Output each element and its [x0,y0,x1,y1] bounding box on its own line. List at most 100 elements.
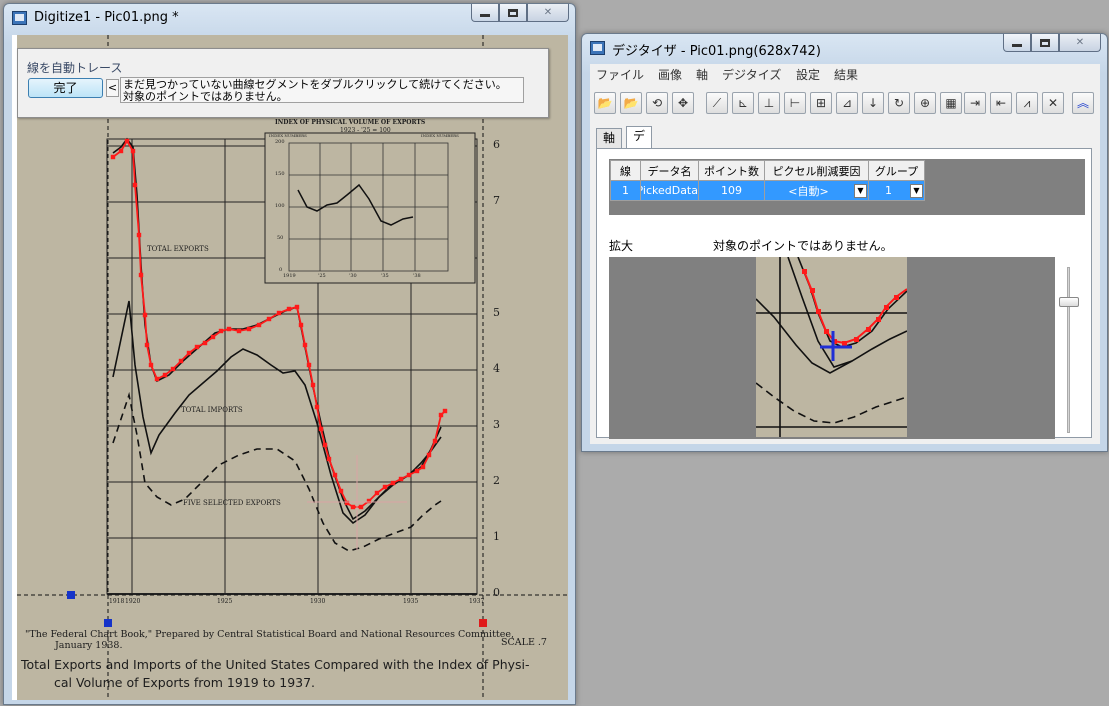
menu-settings[interactable]: 設定 [796,66,820,83]
collapse-up-icon[interactable]: ︽ [1072,92,1094,114]
col-header-line[interactable]: 線 [610,160,641,181]
traced-point [338,488,344,494]
cell-data-name[interactable]: PickedData [640,180,699,201]
move-icon[interactable]: ✥ [672,92,694,114]
auto-trace-panel: 線を自動トレース 完了 < まだ見つかっていない曲線セグメントをダブルクリックし… [17,48,549,118]
dialog-maximize-button[interactable] [1031,34,1059,52]
digitize-window[interactable]: Digitize1 - Pic01.png * ✕ INDEX OF PHYSI… [3,3,576,705]
y-tick: 0 [493,586,500,599]
axis-x-icon[interactable]: ⊥ [758,92,780,114]
scale-icon[interactable]: ⊿ [836,92,858,114]
import-icon[interactable]: 📂 [620,92,642,114]
label-five-selected-exports: FIVE SELECTED EXPORTS [183,499,281,507]
caption-scale: SCALE .7 [501,637,547,648]
menu-digitize[interactable]: デジタイズ [722,66,781,83]
chevron-down-icon[interactable] [910,184,923,198]
rotate-icon[interactable]: ⟲ [646,92,668,114]
axis-handle-x1[interactable] [104,619,112,627]
digitizer-content: 📂📂⟲✥⟋⊾⊥⊢⊞⊿↓↻⊕▦⇥⇤⩘✕︽ 軸1 データ 線 データ名 ポイント数 … [590,84,1100,444]
zoom-slider-track[interactable] [1067,267,1070,433]
axis-y-icon[interactable]: ⊢ [784,92,806,114]
zoom-slider-thumb[interactable] [1059,297,1079,307]
traced-point [294,304,300,310]
fit-icon[interactable]: ↻ [888,92,910,114]
axis-xy-icon[interactable]: ⊞ [810,92,832,114]
digitize-canvas[interactable]: INDEX OF PHYSICAL VOLUME OF EXPORTS 1923… [12,35,568,700]
tab-data[interactable]: データ [626,126,653,181]
traced-point [148,362,154,368]
traced-point [420,464,426,470]
axis-handle-left[interactable] [67,591,75,599]
traced-point [442,408,448,414]
peak-icon[interactable]: ⩘ [1016,92,1038,114]
menu-image[interactable]: 画像 [658,66,682,83]
minimize-button[interactable] [471,4,499,22]
close-button[interactable]: ✕ [527,4,569,22]
col-header-group[interactable]: グループ [868,160,925,181]
caption-title-1: Total Exports and Imports of the United … [21,657,530,672]
scanned-chart-image[interactable]: INDEX OF PHYSICAL VOLUME OF EXPORTS 1923… [17,35,568,700]
draw-line-icon[interactable]: ⟋ [706,92,728,114]
menu-results[interactable]: 結果 [834,66,858,83]
axis-icon[interactable]: ⊾ [732,92,754,114]
inset-x-tick: '30 [349,273,357,279]
maximize-button[interactable] [499,4,527,22]
zoom-image [756,257,907,437]
col-header-points[interactable]: ポイント数 [698,160,765,181]
y-tick-7: 7 [493,194,500,207]
cell-points[interactable]: 109 [698,180,765,201]
done-button[interactable]: 完了 [28,78,103,98]
inset-y-tick: 50 [277,235,284,241]
dialog-minimize-button[interactable] [1003,34,1031,52]
menu-axis[interactable]: 軸 [696,66,708,83]
traced-point [406,472,412,478]
traced-point [374,490,380,496]
inset-left-note: INDEX NUMBERS [269,133,307,138]
menu-file[interactable]: ファイル [596,66,644,83]
traced-point [306,362,312,368]
grid-icon[interactable]: ▦ [940,92,962,114]
digitizer-titlebar[interactable]: デジタイザ - Pic01.png(628x742) ✕ [582,34,1107,60]
cell-line[interactable]: 1 [610,180,641,201]
new-data-icon[interactable]: ⇥ [964,92,986,114]
digitizer-dialog[interactable]: デジタイザ - Pic01.png(628x742) ✕ ファイル 画像 軸 デ… [581,33,1108,452]
traced-point [350,504,356,510]
col-header-data-name[interactable]: データ名 [640,160,699,181]
axis-handle-x2[interactable] [479,619,487,627]
caption-source: "The Federal Chart Book," Prepared by Ce… [25,629,514,640]
zoom-view [609,257,1055,439]
insert-icon[interactable]: ⇤ [990,92,1012,114]
traced-point [414,468,420,474]
chevron-down-icon[interactable] [854,184,867,198]
add-point-icon[interactable]: ⊕ [914,92,936,114]
digitize-titlebar[interactable]: Digitize1 - Pic01.png * ✕ [4,4,575,30]
traced-point [144,342,150,348]
y-tick: 3 [493,418,500,431]
traced-point [110,154,116,160]
digitizer-toolbar: 📂 📂 ⟲ ✥ ⟋ ⊾ ⊥ ⊢ ⊞ ⊿ ↓ ↻ ⊕ ▦ ⇥ ⇤ ⩘ ✕ ︽ [594,92,1098,118]
inset-x-tick: 1919 [283,273,296,279]
cell-group[interactable]: 1 [868,180,925,201]
collapse-button[interactable]: < [106,79,119,97]
open-image-icon[interactable]: 📂 [594,92,616,114]
y-tick: 4 [493,362,500,375]
table-row[interactable]: 1 PickedData 109 <自動> 1 [610,180,925,201]
traced-point [246,326,252,332]
sort-icon[interactable]: ↓ [862,92,884,114]
y-tick: 2 [493,474,500,487]
inset-right-note: INDEX NUMBERS [421,133,459,138]
traced-point [218,328,224,334]
close-icon: ✕ [1075,37,1085,48]
zoom-label: 拡大 [609,239,634,253]
cell-pixel-reduction[interactable]: <自動> [764,180,869,201]
traced-point [226,326,232,332]
inset-y-tick: 0 [279,267,283,273]
delete-icon[interactable]: ✕ [1042,92,1064,114]
col-header-pixel-reduction[interactable]: ピクセル削減要因 [764,160,869,181]
tab-axis1[interactable]: 軸1 [596,128,623,164]
digitizer-window-title: デジタイザ - Pic01.png(628x742) [612,44,821,59]
traced-point [138,272,144,278]
traced-point [332,472,338,478]
inset-chart [264,132,476,284]
dialog-close-button[interactable]: ✕ [1059,34,1101,52]
